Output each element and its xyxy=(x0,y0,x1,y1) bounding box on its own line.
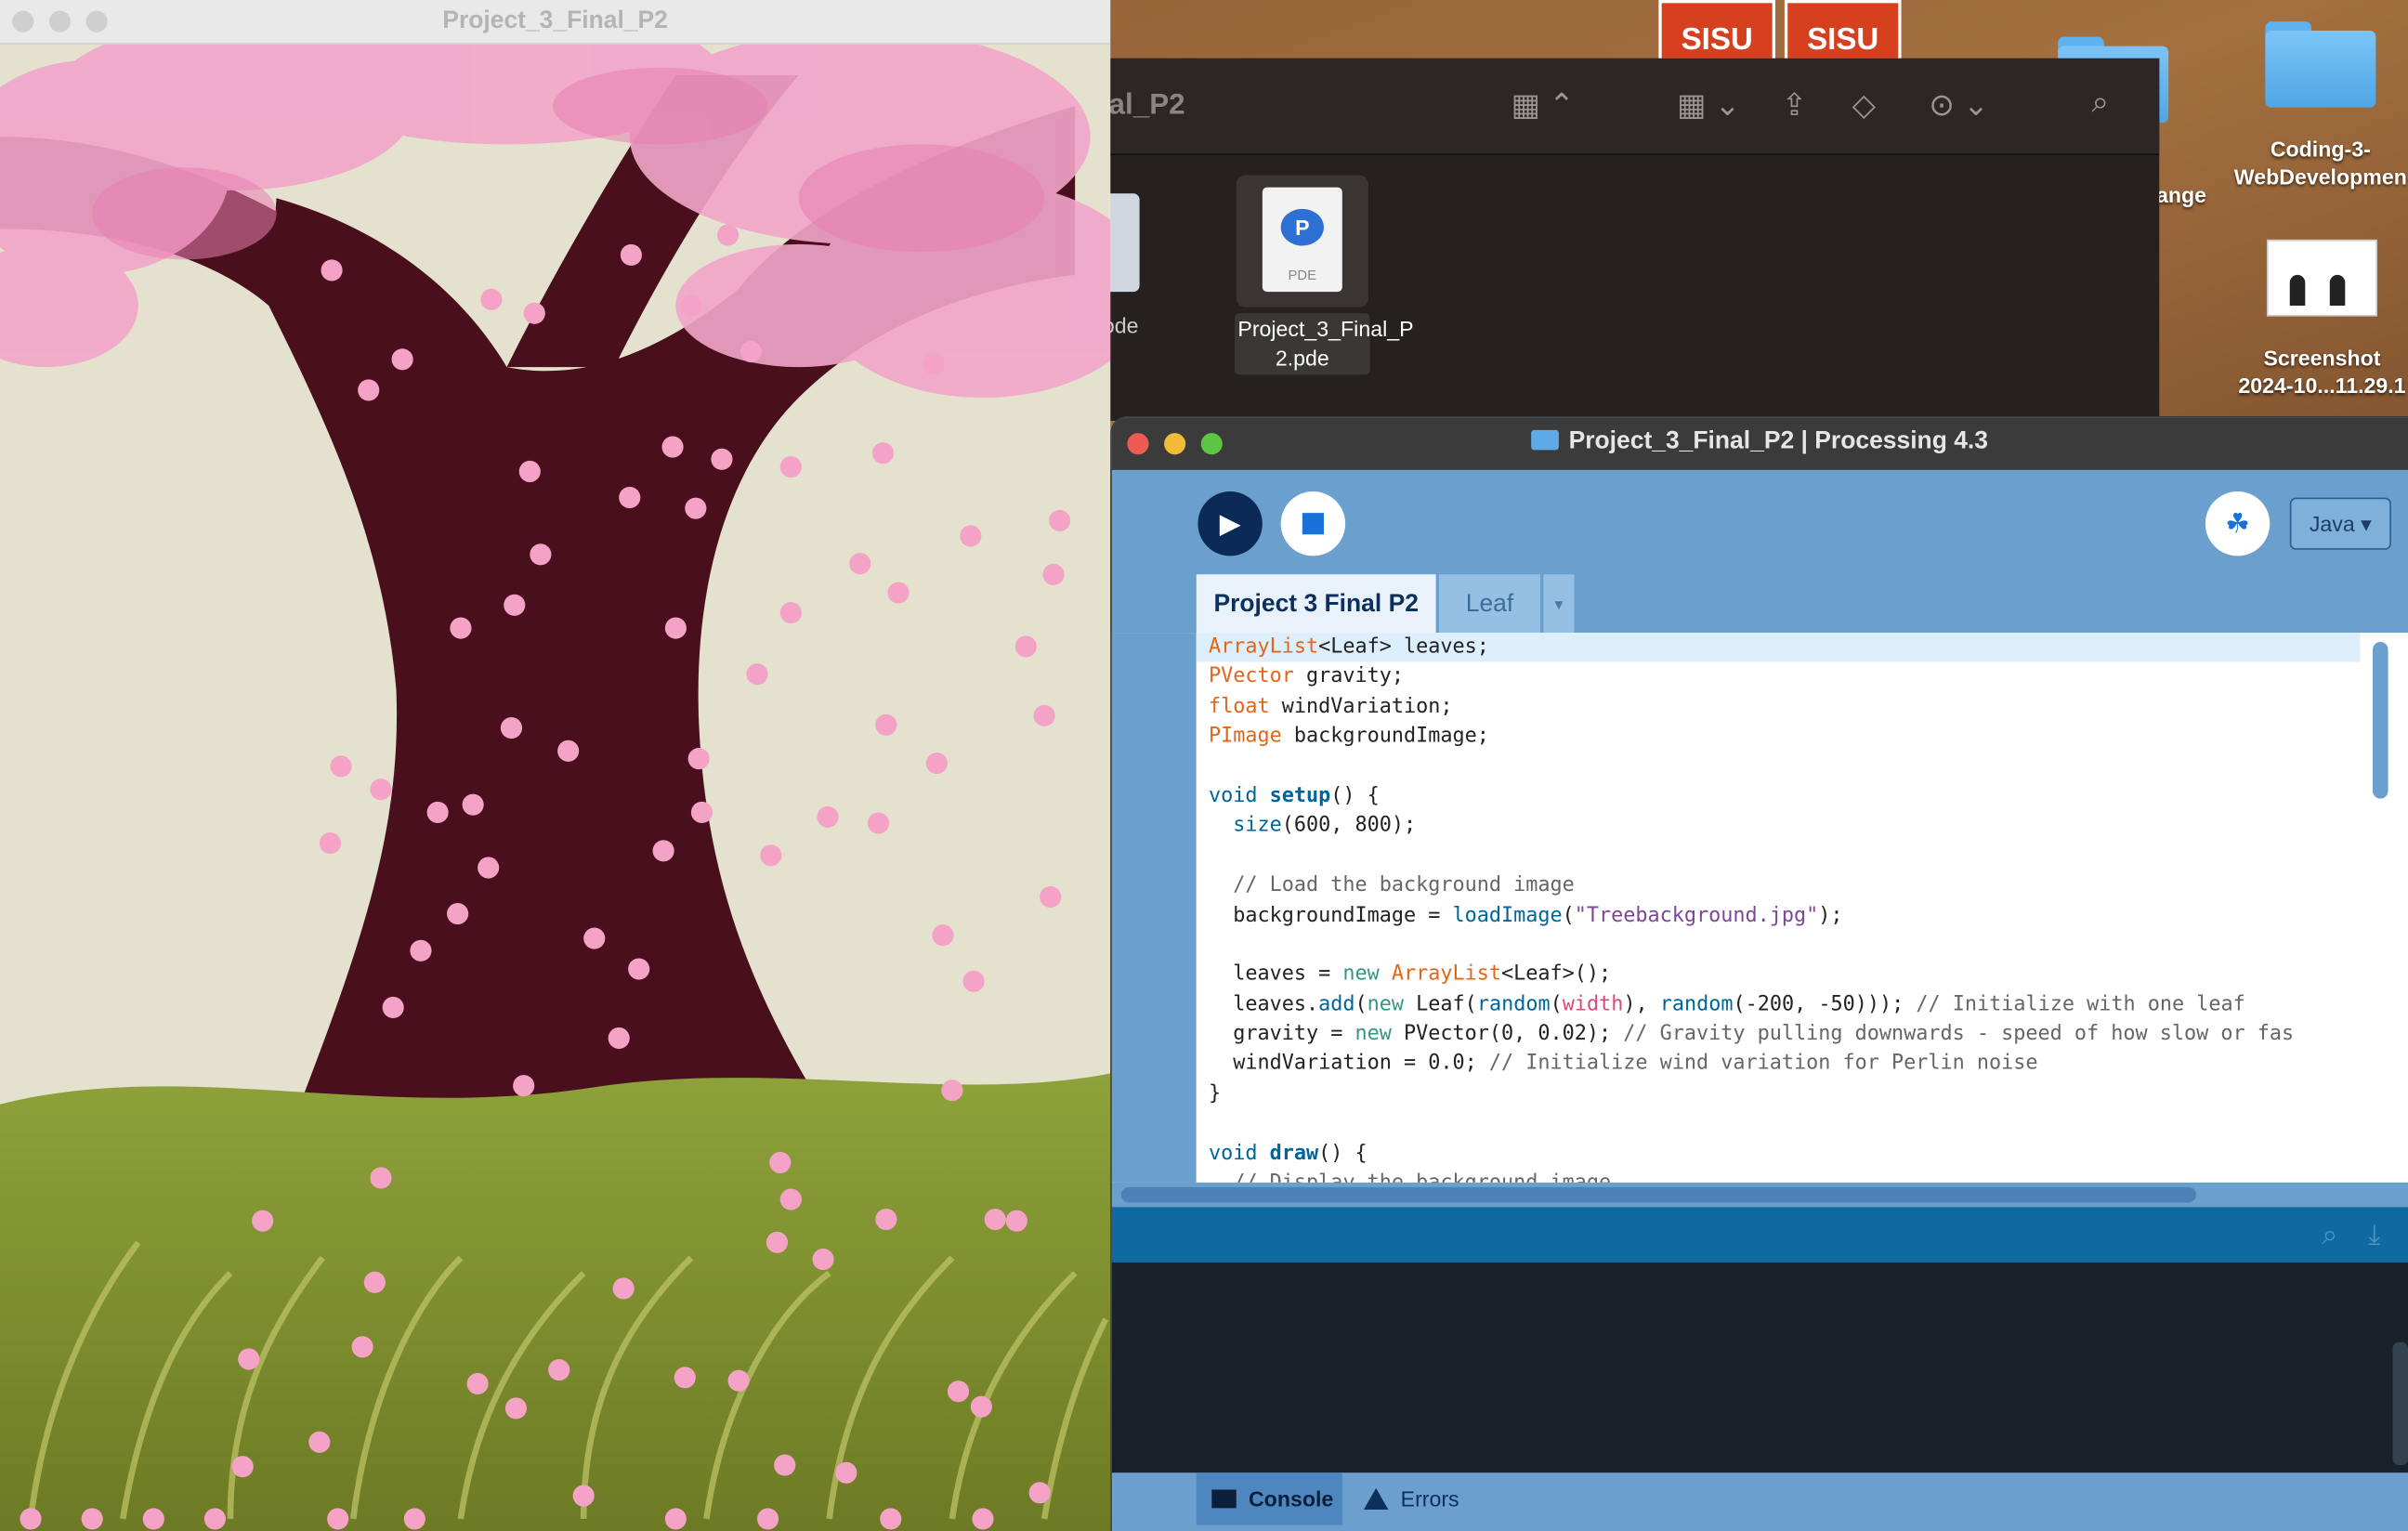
code-line[interactable]: 13 leaves.add(new Leaf(random(width), ra… xyxy=(1197,990,2361,1020)
console-area[interactable] xyxy=(1111,1262,2408,1473)
processing-logo-icon: P xyxy=(1280,208,1324,246)
horizontal-scrollbar[interactable] xyxy=(1111,1182,2408,1208)
tab-leaf[interactable]: Leaf xyxy=(1438,574,1541,634)
status-bar: ⌕ ⤓ xyxy=(1111,1207,2408,1263)
tab-main[interactable]: Project 3 Final P2 xyxy=(1196,574,1436,634)
sisu-badge[interactable]: SISU xyxy=(1658,0,1775,62)
group-icon[interactable]: ▦ ⌄ xyxy=(1677,86,1740,124)
code-line[interactable]: 16} xyxy=(1197,1080,2361,1109)
code-line[interactable]: 8 xyxy=(1197,841,2361,870)
folder-icon xyxy=(1531,429,1560,451)
screenshot-label: Screenshot 2024-10...11.29.1 xyxy=(2238,345,2406,399)
code-line[interactable]: 11 xyxy=(1197,931,2361,961)
window-title: Project_3_Final_P2 | Processing 4.3 xyxy=(1112,428,2408,456)
pde-file-item[interactable]: P PDE Project_3_Final_P 2.pde xyxy=(1235,175,1414,375)
folder-label: Coding-3- WebDevelopmen xyxy=(2233,137,2407,190)
finder-title: al_P2 xyxy=(1108,88,1185,122)
pde-document-icon: P PDE xyxy=(1262,187,1342,293)
code-line[interactable]: 2PVector gravity; xyxy=(1197,662,2361,692)
sketch-canvas[interactable] xyxy=(0,44,1111,1531)
vertical-scrollbar[interactable] xyxy=(2360,633,2408,1183)
code-editor[interactable]: 1ArrayList<Leaf> leaves; 2PVector gravit… xyxy=(1111,633,2408,1183)
code-area[interactable]: 1ArrayList<Leaf> leaves; 2PVector gravit… xyxy=(1196,633,2361,1183)
sketch-window: Project_3_Final_P2 xyxy=(0,0,1111,1531)
collapse-console-icon[interactable]: ⤓ xyxy=(2368,1220,2380,1252)
sisu-badge[interactable]: SISU xyxy=(1784,0,1902,62)
code-line[interactable]: 1ArrayList<Leaf> leaves; xyxy=(1196,633,2361,663)
desktop-screenshot-file[interactable]: Screenshot 2024-10...11.29.1 xyxy=(2218,239,2408,399)
file-type-label: PDE xyxy=(1288,267,1317,283)
sketch-title: Project_3_Final_P2 xyxy=(442,7,668,34)
scroll-thumb[interactable] xyxy=(1120,1186,2196,1203)
play-icon: ▶ xyxy=(1219,508,1241,540)
run-button[interactable]: ▶ xyxy=(1197,491,1263,556)
code-line[interactable]: 14 gravity = new PVector(0, 0.02); // Gr… xyxy=(1197,1020,2361,1050)
processing-titlebar: Project_3_Final_P2 | Processing 4.3 xyxy=(1111,417,2408,470)
console-tab[interactable]: Console xyxy=(1196,1472,1342,1525)
console-scrollbar[interactable] xyxy=(2392,1341,2408,1466)
search-icon[interactable]: ⌕ xyxy=(2092,86,2110,122)
sketch-titlebar: Project_3_Final_P2 xyxy=(0,0,1111,45)
warning-icon xyxy=(1363,1487,1389,1510)
processing-window: Project_3_Final_P2 | Processing 4.3 ▶ ☘ … xyxy=(1111,417,2408,1531)
code-line[interactable]: 18void draw() { xyxy=(1197,1139,2361,1169)
tab-menu-button[interactable]: ▾ xyxy=(1543,574,1575,634)
line-gutter xyxy=(1111,633,1197,1183)
console-tabs: Console Errors xyxy=(1111,1472,2408,1531)
code-line[interactable]: 4PImage backgroundImage; xyxy=(1197,722,2361,752)
screenshot-thumbnail-icon xyxy=(2266,239,2377,317)
code-line[interactable]: 6void setup() { xyxy=(1197,781,2361,811)
stop-button[interactable] xyxy=(1280,491,1346,556)
more-icon[interactable]: ⊙ ⌄ xyxy=(1929,86,1989,124)
grid-view-icon[interactable]: ▦ ⌃ xyxy=(1512,86,1575,124)
code-line[interactable]: 10 backgroundImage = loadImage("Treeback… xyxy=(1197,901,2361,931)
tag-icon[interactable]: ◇ xyxy=(1852,86,1876,124)
code-line[interactable]: 9 // Load the background image xyxy=(1197,871,2361,901)
code-line[interactable]: 3float windVariation; xyxy=(1197,692,2361,722)
pde-file-label: Project_3_Final_P 2.pde xyxy=(1235,313,1414,375)
code-line[interactable]: 19 // Display the background image xyxy=(1197,1169,2361,1183)
search-icon[interactable]: ⌕ xyxy=(2322,1220,2337,1252)
share-icon[interactable]: ⇪ xyxy=(1782,86,1808,124)
folder-icon xyxy=(2265,21,2376,108)
finder-window: al_P2 ▦ ⌃ ▦ ⌄ ⇪ ◇ ⊙ ⌄ ⌕ ode P PDE Projec… xyxy=(1099,58,2160,421)
code-line[interactable]: 17 xyxy=(1197,1109,2361,1139)
debug-button[interactable]: ☘ xyxy=(2205,491,2271,556)
terminal-icon xyxy=(1211,1489,1237,1509)
pde-file-selection: P PDE xyxy=(1236,175,1368,308)
debugger-icon: ☘ xyxy=(2225,508,2250,540)
code-line[interactable]: 7 size(600, 800); xyxy=(1197,811,2361,841)
desktop-label-partial: ange xyxy=(2155,182,2206,208)
errors-tab[interactable]: Errors xyxy=(1357,1472,1511,1524)
mode-selector[interactable]: Java ▾ xyxy=(2289,497,2391,550)
desktop-folder-coding[interactable]: Coding-3- WebDevelopmen xyxy=(2220,21,2408,190)
code-line[interactable]: 15 windVariation = 0.0; // Initialize wi… xyxy=(1197,1050,2361,1080)
code-line[interactable]: 5 xyxy=(1197,752,2361,781)
finder-toolbar: al_P2 ▦ ⌃ ▦ ⌄ ⇪ ◇ ⊙ ⌄ ⌕ xyxy=(1108,58,2160,155)
code-line[interactable]: 12 leaves = new ArrayList<Leaf>(); xyxy=(1197,961,2361,990)
scroll-thumb[interactable] xyxy=(2373,641,2388,799)
